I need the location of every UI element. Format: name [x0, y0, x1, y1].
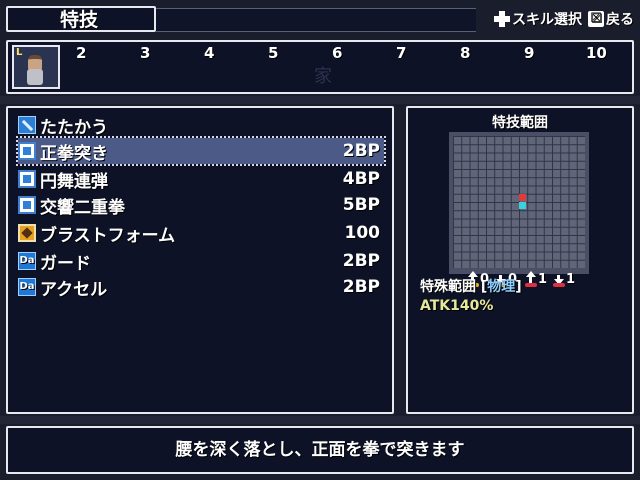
party-slot-9[interactable]: 9 — [524, 44, 534, 62]
range-type-label: 特殊範囲 [物理] — [420, 276, 522, 296]
background-glyph: 家 — [314, 66, 332, 87]
skill-name: 正拳突き — [40, 143, 108, 164]
skill-name: 円舞連弾 — [40, 171, 108, 192]
range-panel-title: 特技範囲 — [492, 115, 548, 131]
sword-icon — [18, 116, 36, 134]
party-slot-10[interactable]: 10 — [586, 44, 607, 62]
fist-skill-icon — [18, 142, 36, 160]
skill-row-blast-form[interactable]: ブラストフォーム 100 — [18, 220, 384, 246]
leader-badge: L — [16, 47, 23, 58]
skill-row-enbu-rendan[interactable]: 円舞連弾 4BP — [18, 166, 384, 192]
stat-value: 1 — [566, 272, 576, 287]
skill-name: ブラストフォーム — [40, 225, 176, 246]
def-up-icon — [525, 270, 537, 287]
character-body — [27, 69, 43, 85]
party-slot-5[interactable]: 5 — [268, 44, 278, 62]
skill-cost: 100 — [344, 223, 381, 243]
da-icon: Da — [18, 278, 36, 296]
control-hints: スキル選択 ☒ 戻る — [488, 6, 634, 32]
skill-name: たたかう — [40, 117, 108, 138]
party-slot-1-portrait[interactable]: L — [12, 45, 60, 89]
top-strip — [156, 8, 476, 32]
party-slot-4[interactable]: 4 — [204, 44, 214, 62]
range-label-text: 特殊範囲 — [420, 279, 476, 295]
stat-base — [525, 282, 537, 287]
party-slot-8[interactable]: 8 — [460, 44, 470, 62]
page-title: 特技 — [60, 9, 99, 31]
skill-row-guard[interactable]: Da ガード 2BP — [18, 248, 384, 274]
atk-multiplier: ATK140% — [420, 298, 494, 314]
fist-skill-icon — [18, 170, 36, 188]
skill-cost: 2BP — [342, 141, 380, 161]
dpad-icon — [494, 11, 510, 27]
fist-skill-icon — [18, 196, 36, 214]
skill-cost: 4BP — [342, 169, 380, 189]
target-cell — [519, 194, 526, 201]
skill-list: たたかう 正拳突き 2BP 円舞連弾 4BP 交響二重拳 5BP ブラストフォー… — [6, 106, 394, 414]
party-slot-6[interactable]: 6 — [332, 44, 342, 62]
background-stripe — [0, 416, 640, 424]
skill-row-kokyo-nijuken[interactable]: 交響二重拳 5BP — [18, 192, 384, 218]
stat-value: 1 — [538, 272, 548, 287]
range-grid-frame: 0 0 1 1 — [449, 132, 589, 287]
bracket-close: ] — [515, 279, 522, 295]
background-stripe — [0, 96, 640, 104]
party-slot-7[interactable]: 7 — [396, 44, 406, 62]
skill-name: 交響二重拳 — [40, 197, 125, 218]
skill-cost: 5BP — [342, 195, 380, 215]
skill-name: アクセル — [40, 279, 108, 300]
skill-row-seiken-tsuki[interactable]: 正拳突き 2BP — [16, 136, 386, 166]
skill-cost: 2BP — [342, 277, 380, 297]
party-slot-3[interactable]: 3 — [140, 44, 150, 62]
skill-range-panel: 特技範囲 0 0 1 1 特殊範囲 [物理] ATK140% — [406, 106, 634, 414]
range-type-value: 物理 — [487, 279, 516, 295]
def-down-icon — [553, 273, 565, 287]
stat-def-down: 1 — [553, 272, 575, 287]
skill-row-accel[interactable]: Da アクセル 2BP — [18, 274, 384, 300]
skill-select-hint[interactable]: スキル選択 — [512, 9, 582, 29]
back-hint[interactable]: 戻る — [606, 9, 634, 29]
stat-def-up: 1 — [525, 270, 548, 287]
party-bar: L 2 3 4 5 6 7 8 9 10 家 — [6, 40, 634, 94]
skill-description: 腰を深く落とし、正面を拳で突きます — [175, 440, 465, 460]
skill-cost: 2BP — [342, 251, 380, 271]
skill-row-attack[interactable]: たたかう — [18, 112, 384, 138]
self-cell — [519, 202, 526, 209]
blast-icon — [18, 224, 36, 242]
party-slot-2[interactable]: 2 — [76, 44, 86, 62]
skill-name: ガード — [40, 253, 91, 274]
da-icon: Da — [18, 252, 36, 270]
title-window: 特技 — [6, 6, 156, 32]
description-window: 腰を深く落とし、正面を拳で突きます — [6, 426, 634, 474]
x-button-icon: ☒ — [588, 11, 604, 27]
range-grid — [453, 136, 585, 268]
stat-base — [553, 282, 565, 287]
